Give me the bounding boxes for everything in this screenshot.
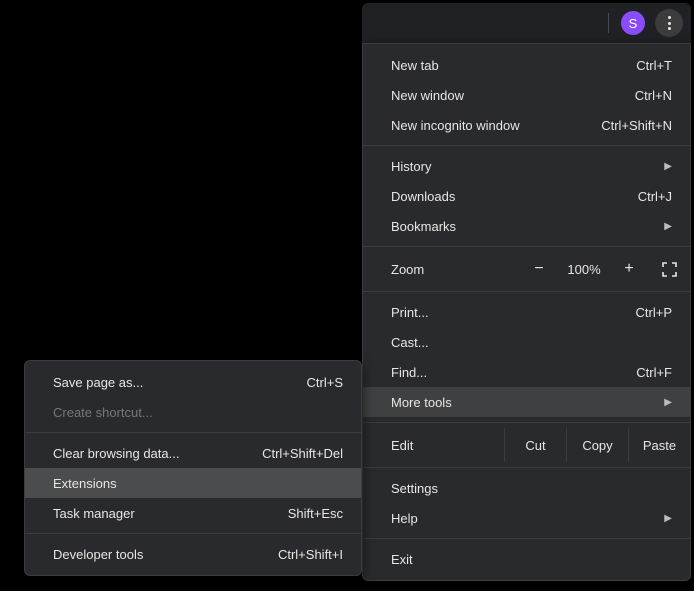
chevron-right-icon: ▶ — [664, 161, 672, 172]
menu-shortcut: Ctrl+Shift+I — [278, 547, 343, 562]
menu-separator — [363, 422, 690, 423]
menu-shortcut: Ctrl+F — [636, 365, 672, 380]
menu-downloads[interactable]: Downloads Ctrl+J — [363, 181, 690, 211]
menu-label: Clear browsing data... — [53, 446, 179, 461]
menu-separator — [25, 533, 361, 534]
menu-label: New tab — [391, 58, 439, 73]
submenu-clear-data[interactable]: Clear browsing data... Ctrl+Shift+Del — [25, 438, 361, 468]
submenu-save-page[interactable]: Save page as... Ctrl+S — [25, 367, 361, 397]
chevron-right-icon: ▶ — [664, 513, 672, 524]
menu-cast[interactable]: Cast... — [363, 327, 690, 357]
menu-shortcut: Ctrl+J — [638, 189, 672, 204]
submenu-create-shortcut: Create shortcut... — [25, 397, 361, 427]
main-context-menu: New tab Ctrl+T New window Ctrl+N New inc… — [362, 43, 691, 581]
cut-button[interactable]: Cut — [504, 428, 566, 462]
menu-new-incognito[interactable]: New incognito window Ctrl+Shift+N — [363, 110, 690, 140]
menu-label: Exit — [391, 552, 413, 567]
menu-exit[interactable]: Exit — [363, 544, 690, 574]
menu-label: Developer tools — [53, 547, 143, 562]
menu-label: Print... — [391, 305, 429, 320]
menu-shortcut: Shift+Esc — [288, 506, 343, 521]
fullscreen-icon — [662, 262, 677, 277]
menu-label: Bookmarks — [391, 219, 456, 234]
menu-label: Extensions — [53, 476, 117, 491]
chevron-right-icon: ▶ — [664, 221, 672, 232]
menu-print[interactable]: Print... Ctrl+P — [363, 297, 690, 327]
submenu-developer-tools[interactable]: Developer tools Ctrl+Shift+I — [25, 539, 361, 569]
menu-separator — [363, 291, 690, 292]
menu-find[interactable]: Find... Ctrl+F — [363, 357, 690, 387]
menu-label: Create shortcut... — [53, 405, 153, 420]
menu-separator — [25, 432, 361, 433]
zoom-out-button[interactable]: − — [520, 261, 558, 277]
menu-label: Settings — [391, 481, 438, 496]
menu-bookmarks[interactable]: Bookmarks ▶ — [363, 211, 690, 241]
menu-label: Cast... — [391, 335, 429, 350]
menu-help[interactable]: Help ▶ — [363, 503, 690, 533]
menu-shortcut: Ctrl+Shift+N — [601, 118, 672, 133]
menu-separator — [363, 246, 690, 247]
menu-shortcut: Ctrl+Shift+Del — [262, 446, 343, 461]
kebab-icon — [668, 16, 671, 30]
submenu-task-manager[interactable]: Task manager Shift+Esc — [25, 498, 361, 528]
menu-label: Find... — [391, 365, 427, 380]
menu-new-window[interactable]: New window Ctrl+N — [363, 80, 690, 110]
menu-new-tab[interactable]: New tab Ctrl+T — [363, 50, 690, 80]
more-tools-submenu: Save page as... Ctrl+S Create shortcut..… — [24, 360, 362, 576]
edit-label: Edit — [363, 438, 504, 453]
menu-label: More tools — [391, 395, 452, 410]
menu-edit-row: Edit Cut Copy Paste — [363, 428, 690, 462]
avatar-letter: S — [629, 16, 638, 31]
profile-avatar[interactable]: S — [621, 11, 645, 35]
menu-label: Save page as... — [53, 375, 143, 390]
menu-label: Downloads — [391, 189, 455, 204]
menu-shortcut: Ctrl+P — [636, 305, 672, 320]
menu-label: New incognito window — [391, 118, 520, 133]
menu-more-tools[interactable]: More tools ▶ — [363, 387, 690, 417]
chevron-right-icon: ▶ — [664, 397, 672, 408]
menu-label: Help — [391, 511, 418, 526]
zoom-label: Zoom — [391, 262, 520, 277]
menu-separator — [363, 538, 690, 539]
more-menu-button[interactable] — [655, 9, 683, 37]
zoom-in-button[interactable]: + — [610, 261, 648, 277]
submenu-extensions[interactable]: Extensions — [25, 468, 361, 498]
menu-separator — [363, 145, 690, 146]
toolbar-separator — [608, 13, 609, 33]
zoom-value: 100% — [558, 262, 610, 277]
menu-shortcut: Ctrl+N — [635, 88, 672, 103]
menu-shortcut: Ctrl+T — [636, 58, 672, 73]
menu-label: History — [391, 159, 431, 174]
menu-settings[interactable]: Settings — [363, 473, 690, 503]
fullscreen-button[interactable] — [648, 262, 690, 277]
menu-history[interactable]: History ▶ — [363, 151, 690, 181]
menu-label: New window — [391, 88, 464, 103]
menu-separator — [363, 467, 690, 468]
browser-toolbar: S — [362, 3, 691, 43]
menu-shortcut: Ctrl+S — [307, 375, 343, 390]
copy-button[interactable]: Copy — [566, 428, 628, 462]
menu-label: Task manager — [53, 506, 135, 521]
menu-zoom-row: Zoom − 100% + — [363, 252, 690, 286]
paste-button[interactable]: Paste — [628, 428, 690, 462]
